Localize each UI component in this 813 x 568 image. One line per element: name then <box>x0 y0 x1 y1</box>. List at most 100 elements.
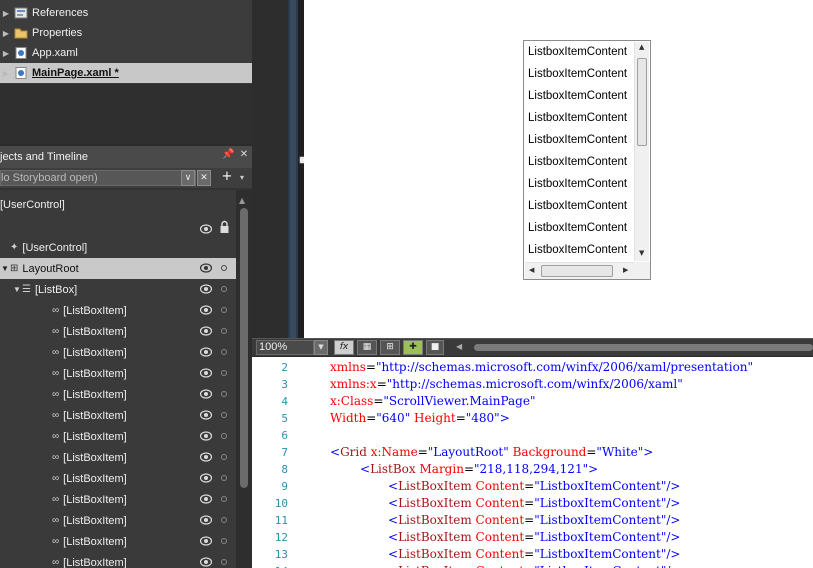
scroll-left-icon[interactable]: ◀ <box>529 266 534 274</box>
eye-icon[interactable] <box>200 452 212 462</box>
eye-icon[interactable] <box>200 224 212 234</box>
listbox-control[interactable]: ▲ ▼ ◀ ▶ ListboxItemContent ListboxItemCon… <box>523 40 651 280</box>
lock-toggle-icon[interactable] <box>221 412 227 418</box>
eye-icon[interactable] <box>200 431 212 441</box>
expand-arrow-icon[interactable]: ▶ <box>0 49 12 58</box>
tree-item[interactable]: ∞ [ListBoxItem] <box>0 489 236 510</box>
snap-lines-icon[interactable]: ✚ <box>403 340 423 355</box>
tree-item[interactable]: ∞ [ListBoxItem] <box>0 552 236 568</box>
listbox-item[interactable]: ListboxItemContent <box>528 195 634 217</box>
snap-grid-icon[interactable]: ⊞ <box>380 340 400 355</box>
tree-item[interactable]: ✦ [UserControl] <box>0 237 236 258</box>
scroll-thumb[interactable] <box>637 58 647 146</box>
code-line[interactable]: <Grid x:Name="LayoutRoot" Background="Wh… <box>330 444 653 461</box>
grid-layout-icon[interactable]: ▦ <box>357 340 377 355</box>
tree-item[interactable]: ∞ [ListBoxItem] <box>0 426 236 447</box>
listbox-item[interactable]: ListboxItemContent <box>528 107 634 129</box>
listbox-item[interactable]: ListboxItemContent <box>528 63 634 85</box>
storyboard-picker[interactable]: lo Storyboard open) <box>0 170 196 186</box>
listbox-item[interactable]: ListboxItemContent <box>528 217 634 239</box>
lock-toggle-icon[interactable] <box>221 496 227 502</box>
lock-icon[interactable] <box>219 220 230 234</box>
code-line[interactable]: <ListBoxItem Content="ListboxItemContent… <box>388 529 680 546</box>
code-line[interactable]: <ListBoxItem Content="ListboxItemContent… <box>388 478 680 495</box>
expand-arrow-icon[interactable]: ▼ <box>0 264 10 273</box>
listbox-item[interactable]: ListboxItemContent <box>528 173 634 195</box>
tree-item[interactable]: ∞ [ListBoxItem] <box>0 531 236 552</box>
scroll-right-icon[interactable]: ▶ <box>623 266 628 274</box>
listbox-horizontal-scrollbar[interactable]: ◀ ▶ <box>525 262 634 279</box>
eye-icon[interactable] <box>200 410 212 420</box>
eye-icon[interactable] <box>200 494 212 504</box>
eye-icon[interactable] <box>200 536 212 546</box>
grid-ruler[interactable] <box>288 0 298 338</box>
code-line[interactable]: Width="640" Height="480"> <box>330 410 510 427</box>
lock-toggle-icon[interactable] <box>221 559 227 565</box>
lock-toggle-icon[interactable] <box>221 475 227 481</box>
tree-item[interactable]: ∞ [ListBoxItem] <box>0 321 236 342</box>
code-line[interactable]: xmlns:x="http://schemas.microsoft.com/wi… <box>330 376 683 393</box>
scroll-thumb[interactable] <box>240 208 248 488</box>
tree-item[interactable]: ∞ [ListBoxItem] <box>0 300 236 321</box>
tree-item[interactable]: ∞ [ListBoxItem] <box>0 363 236 384</box>
eye-icon[interactable] <box>200 326 212 336</box>
tree-item[interactable]: ∞ [ListBoxItem] <box>0 468 236 489</box>
close-storyboard-icon[interactable]: ✕ <box>197 170 211 186</box>
eye-icon[interactable] <box>200 557 212 567</box>
expand-arrow-icon[interactable]: ▼ <box>12 285 22 294</box>
eye-icon[interactable] <box>200 284 212 294</box>
zoom-combo[interactable]: 100% <box>256 340 314 355</box>
listbox-item[interactable]: ListboxItemContent <box>528 239 634 261</box>
tree-item[interactable]: ∞ [ListBoxItem] <box>0 447 236 468</box>
annotation-icon[interactable]: ■ <box>426 340 444 355</box>
eye-icon[interactable] <box>200 305 212 315</box>
project-item[interactable]: ▶ Properties <box>0 23 252 43</box>
tree-item[interactable]: ▼ ☰ [ListBox] <box>0 279 236 300</box>
expand-arrow-icon[interactable]: ▶ <box>0 69 12 78</box>
tree-item[interactable]: ∞ [ListBoxItem] <box>0 384 236 405</box>
lock-toggle-icon[interactable] <box>221 454 227 460</box>
effects-icon[interactable]: fx <box>334 340 354 355</box>
code-line[interactable]: <ListBoxItem Content="ListboxItemContent… <box>388 563 680 568</box>
eye-icon[interactable] <box>200 368 212 378</box>
code-line[interactable]: <ListBoxItem Content="ListboxItemContent… <box>388 546 680 563</box>
listbox-item[interactable]: ListboxItemContent <box>528 151 634 173</box>
add-storyboard-icon[interactable]: + <box>220 170 234 186</box>
eye-icon[interactable] <box>200 515 212 525</box>
lock-toggle-icon[interactable] <box>221 433 227 439</box>
tree-item[interactable]: ∞ [ListBoxItem] <box>0 510 236 531</box>
tree-item[interactable]: ∞ [ListBoxItem] <box>0 342 236 363</box>
code-line[interactable]: xmlns="http://schemas.microsoft.com/winf… <box>330 359 753 376</box>
listbox-item[interactable]: ListboxItemContent <box>528 85 634 107</box>
chevron-down-icon[interactable]: ▼ <box>314 340 328 355</box>
scroll-thumb[interactable] <box>541 265 613 277</box>
scope-row[interactable]: [UserControl] <box>0 194 236 215</box>
close-icon[interactable]: ✕ <box>238 149 250 163</box>
eye-icon[interactable] <box>200 263 212 273</box>
lock-toggle-icon[interactable] <box>221 370 227 376</box>
scroll-left-icon[interactable]: ◀ <box>456 342 462 351</box>
scroll-up-icon[interactable]: ▲ <box>239 196 245 205</box>
lock-toggle-icon[interactable] <box>221 265 227 271</box>
listbox-item[interactable]: ListboxItemContent <box>528 41 634 63</box>
code-line[interactable]: <ListBox Margin="218,118,294,121"> <box>360 461 598 478</box>
eye-icon[interactable] <box>200 347 212 357</box>
code-line[interactable]: <ListBoxItem Content="ListboxItemContent… <box>388 495 680 512</box>
scroll-down-icon[interactable]: ▼ <box>639 249 644 257</box>
xaml-editor[interactable]: 234567891011121314 xmlns="http://schemas… <box>252 357 813 568</box>
code-line[interactable]: x:Class="ScrollViewer.MainPage" <box>330 393 535 410</box>
tree-item[interactable]: ∞ [ListBoxItem] <box>0 405 236 426</box>
scroll-up-icon[interactable]: ▲ <box>639 43 644 51</box>
eye-icon[interactable] <box>200 389 212 399</box>
code-line[interactable]: <ListBoxItem Content="ListboxItemContent… <box>388 512 680 529</box>
lock-toggle-icon[interactable] <box>221 391 227 397</box>
listbox-item[interactable]: ListboxItemContent <box>528 129 634 151</box>
lock-toggle-icon[interactable] <box>221 286 227 292</box>
project-item[interactable]: ▶ References <box>0 3 252 23</box>
expand-arrow-icon[interactable]: ▶ <box>0 29 12 38</box>
design-surface[interactable]: ▲ ▼ ◀ ▶ ListboxItemContent ListboxItemCon… <box>304 0 813 338</box>
horizontal-scroll-thumb[interactable] <box>474 344 813 351</box>
eye-icon[interactable] <box>200 473 212 483</box>
pin-icon[interactable]: 📌 <box>222 149 234 163</box>
project-item[interactable]: ▶ App.xaml <box>0 43 252 63</box>
